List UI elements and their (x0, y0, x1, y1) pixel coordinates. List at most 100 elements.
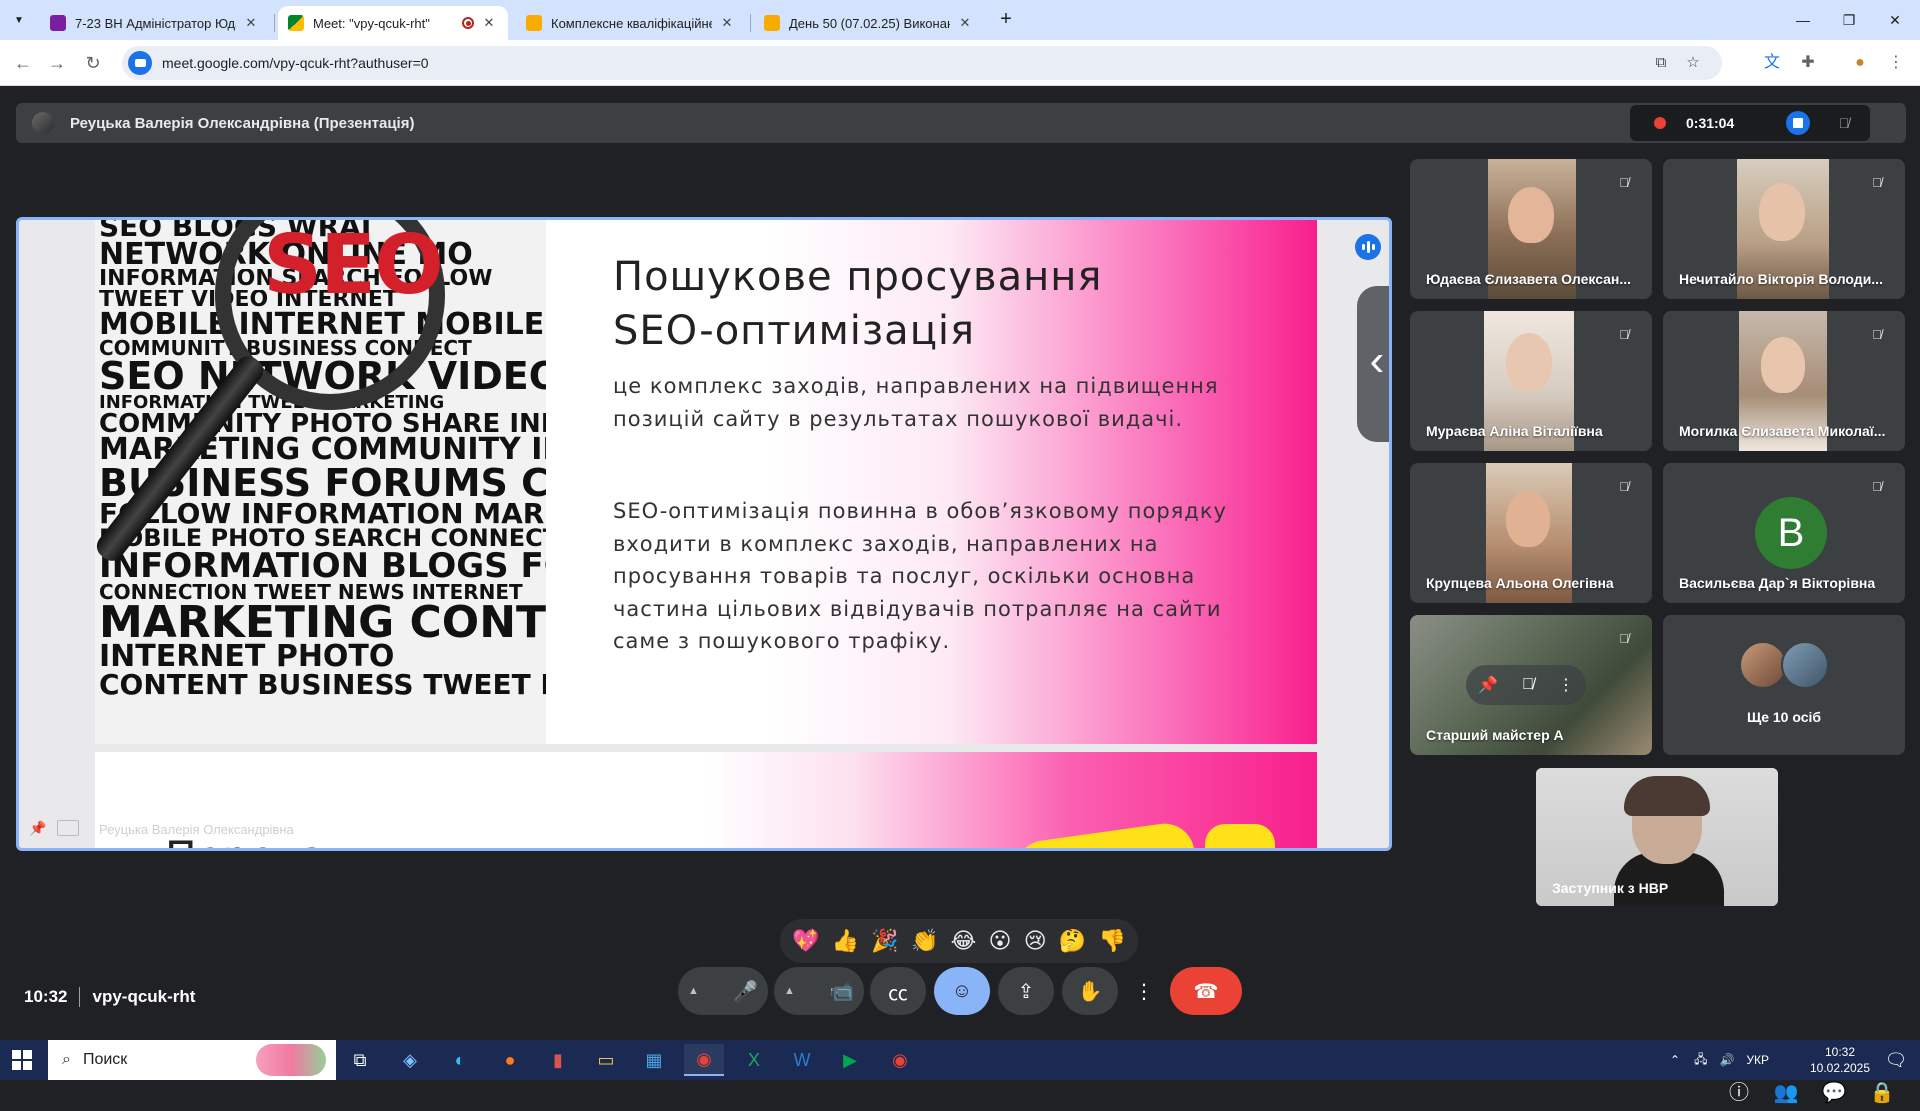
tab-qualification[interactable]: Комплексне кваліфікаційне за ✕ (516, 6, 746, 40)
raise-hand-button[interactable]: ✋ (1062, 967, 1118, 1015)
collapse-panel-chevron-icon[interactable]: ‹ (1357, 286, 1389, 442)
participant-tile[interactable]: 🎙̸ Мураєва Аліна Віталіївна (1410, 311, 1652, 451)
store-icon[interactable]: ▦ (634, 1044, 674, 1076)
captions-icon: ㏄ (888, 982, 908, 1005)
app-icon[interactable]: ▮ (538, 1044, 578, 1076)
reaction-emoji-button[interactable]: 🤔 (1059, 928, 1086, 954)
participant-tile[interactable]: 📌 🎙̸ ⋮ 🎙̸ Старший майстер А (1410, 615, 1652, 755)
mic-control-group[interactable]: ▲ 🎤 (678, 967, 768, 1015)
meeting-time: 10:32 (24, 987, 68, 1006)
tile-hover-controls: 📌 🎙̸ ⋮ (1466, 665, 1586, 705)
participant-tile[interactable]: 🎙̸ Юдаєва Єлизавета Олексан... (1410, 159, 1652, 299)
taskbar-search[interactable]: ⌕ Поиск (48, 1040, 336, 1080)
audio-options-chevron-icon[interactable]: ▲ (688, 985, 699, 997)
mute-participant-icon[interactable]: 🎙̸ (1522, 676, 1534, 694)
tab-divider (274, 14, 275, 32)
slides-favicon-icon (764, 15, 780, 31)
people-icon[interactable]: 👥 (1768, 1075, 1804, 1111)
reaction-emoji-button[interactable]: 🎉 (871, 928, 898, 954)
tab-admin[interactable]: 7-23 ВН Адміністратор Юдаєв ✕ (40, 6, 270, 40)
volume-icon[interactable]: 🔊 (1719, 1053, 1734, 1067)
captions-button[interactable]: ㏄ (870, 967, 926, 1015)
chrome-icon[interactable]: ◉ (684, 1044, 724, 1076)
back-arrow-icon[interactable]: ← (10, 50, 36, 76)
site-info-icon[interactable] (128, 51, 152, 75)
participant-name: Мураєва Аліна Віталіївна (1426, 423, 1603, 439)
presenter-title: Реуцька Валерія Олександрівна (Презентац… (70, 114, 415, 132)
reaction-emoji-button[interactable]: 😂 (951, 928, 977, 954)
bookmark-star-icon[interactable]: ☆ (1682, 52, 1704, 74)
tab-meet[interactable]: Meet: "vpy-qcuk-rht" ✕ (278, 6, 508, 40)
chat-icon[interactable]: 💬 (1816, 1075, 1852, 1111)
close-tab-icon[interactable]: ✕ (480, 15, 498, 31)
reaction-emoji-button[interactable]: 💖 (792, 928, 819, 954)
video-options-chevron-icon[interactable]: ▲ (784, 985, 795, 997)
close-tab-icon[interactable]: ✕ (242, 15, 260, 31)
participant-tile[interactable]: 🎙̸ Крупцева Альона Олегівна (1410, 463, 1652, 603)
reaction-emoji-button[interactable]: 👍 (832, 928, 859, 954)
more-options-button[interactable]: ⋮ (1126, 967, 1162, 1015)
hand-icon: ✋ (1077, 980, 1103, 1003)
network-icon[interactable]: 🖧 (1694, 1050, 1707, 1071)
profile-avatar-icon[interactable]: ● (1848, 51, 1872, 75)
pin-icon[interactable]: 📌 (29, 820, 46, 837)
presentation-frame[interactable]: SEO BLOGS WRAI NETWORK ONLINE MO INFORMATI… (16, 217, 1392, 851)
copilot-icon[interactable]: ◈ (390, 1044, 430, 1076)
fit-frame-icon[interactable] (57, 820, 79, 836)
close-window-button[interactable]: ✕ (1872, 6, 1918, 34)
restore-button[interactable]: ❐ (1826, 6, 1872, 34)
file-explorer-icon[interactable]: ▭ (586, 1044, 626, 1076)
more-participants-tile[interactable]: Ще 10 осіб (1663, 615, 1905, 755)
system-clock[interactable]: 10:32 10.02.2025 (1806, 1044, 1874, 1076)
more-options-icon[interactable]: ⋮ (1558, 675, 1574, 695)
leave-call-button[interactable]: ☎ (1170, 967, 1242, 1015)
edge-icon[interactable]: ◐ (440, 1044, 480, 1076)
excel-icon[interactable]: X (734, 1044, 774, 1076)
word-icon[interactable]: W (782, 1044, 822, 1076)
mic-off-icon: 🎙̸ (1619, 327, 1629, 342)
tab-search-chevron-icon[interactable]: ▼ (8, 9, 30, 31)
notifications-icon[interactable]: 🗨 (1876, 1044, 1916, 1076)
meet-favicon-icon (288, 15, 304, 31)
chrome-profile-icon[interactable]: ◉ (880, 1044, 920, 1076)
minimize-button[interactable]: — (1780, 6, 1826, 34)
participant-tile[interactable]: 🎙̸ Могилка Єлизавета Миколаї... (1663, 311, 1905, 451)
reaction-emoji-button[interactable]: 👏 (911, 928, 938, 954)
windows-start-icon[interactable] (12, 1050, 32, 1070)
new-tab-button[interactable]: + (994, 8, 1018, 32)
reload-icon[interactable]: ↻ (80, 50, 106, 76)
forward-arrow-icon[interactable]: → (44, 50, 70, 76)
presenter-bar: Реуцька Валерія Олександрівна (Презентац… (16, 103, 1906, 143)
close-tab-icon[interactable]: ✕ (956, 15, 974, 31)
pin-icon[interactable]: 📌 (1478, 675, 1498, 695)
reaction-emoji-button[interactable]: 😢 (1024, 928, 1047, 954)
open-in-window-icon[interactable]: ⧉ (1650, 52, 1672, 74)
participant-tile[interactable]: В 🎙̸ Васильєва Дар`я Вікторівна (1663, 463, 1905, 603)
reactions-button[interactable]: ☺ (934, 967, 990, 1015)
self-view-tile[interactable]: Заступник з НВР (1536, 768, 1778, 906)
tab-day50[interactable]: День 50 (07.02.25) Виконання ✕ (754, 6, 984, 40)
microphone-icon[interactable]: 🎤 (733, 979, 758, 1004)
present-screen-button[interactable]: ⇪ (998, 967, 1054, 1015)
recording-time: 0:31:04 (1686, 115, 1735, 131)
firefox-icon[interactable]: ● (490, 1044, 530, 1076)
participant-tile[interactable]: 🎙̸ Нечитайло Вікторія Володи... (1663, 159, 1905, 299)
camera-icon[interactable]: 📹 (829, 979, 854, 1004)
extensions-icon[interactable]: ✚ (1796, 51, 1820, 75)
camera-control-group[interactable]: ▲ 📹 (774, 967, 864, 1015)
wordcloud-line: FOLLOW INFORMATION MARKETING BUSINE (99, 500, 546, 528)
meet-icon[interactable]: ▶ (830, 1044, 870, 1076)
address-bar[interactable]: meet.google.com/vpy-qcuk-rht?authuser=0 … (122, 46, 1722, 80)
tray-chevron-icon[interactable]: ⌃ (1670, 1053, 1680, 1067)
stop-recording-button[interactable] (1786, 111, 1810, 135)
language-indicator[interactable]: УКР (1746, 1053, 1769, 1067)
menu-kebab-icon[interactable]: ⋮ (1884, 51, 1908, 75)
meeting-details-icon[interactable]: ⓘ (1721, 1075, 1757, 1111)
translate-icon[interactable]: 文 (1760, 51, 1784, 75)
task-view-icon[interactable]: ⧉ (340, 1044, 380, 1076)
close-tab-icon[interactable]: ✕ (718, 15, 736, 31)
reaction-emoji-button[interactable]: 👎 (1098, 928, 1125, 954)
host-controls-icon[interactable]: 🔒 (1864, 1075, 1900, 1111)
reaction-emoji-button[interactable]: 😮 (989, 928, 1012, 954)
url-text[interactable]: meet.google.com/vpy-qcuk-rht?authuser=0 (162, 55, 429, 71)
